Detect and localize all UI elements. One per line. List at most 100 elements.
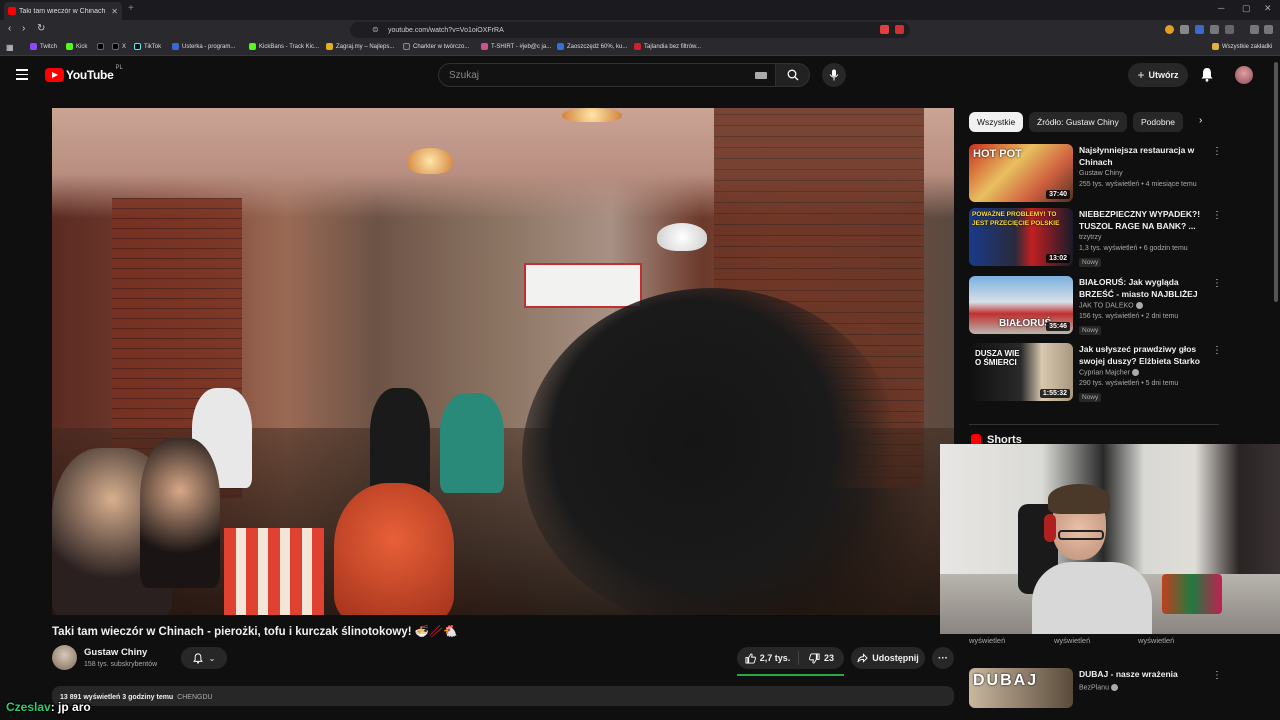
more-vert-icon[interactable]: ⋮ xyxy=(1212,146,1222,157)
verified-icon xyxy=(1135,302,1143,309)
chip-related[interactable]: Podobne xyxy=(1133,112,1184,132)
media-control-icon[interactable] xyxy=(1250,25,1259,34)
extension-coin-icon[interactable] xyxy=(1165,25,1174,34)
bookmark-item[interactable]: KickBans - Track Kic... xyxy=(249,43,319,50)
more-vert-icon[interactable]: ⋮ xyxy=(1212,210,1222,221)
like-button[interactable]: 2,7 tys. xyxy=(737,651,799,665)
bookmark-label: Tajlandia bez filtrów... xyxy=(644,43,702,50)
description-box[interactable]: 13 891 wyświetleń 3 godziny temu CHENGDU xyxy=(52,686,954,706)
forward-icon[interactable]: › xyxy=(22,23,25,34)
bookmark-item[interactable]: T-SHIRT - #jeb@c ja... xyxy=(481,43,551,50)
more-horizontal-icon: ··· xyxy=(938,652,948,664)
recommendation-thumbnail[interactable]: POWAŻNE PROBLEMY! TO JEST PRZECIĘCIE POL… xyxy=(969,208,1073,266)
new-badge: Nowy xyxy=(1079,326,1102,335)
dislike-button[interactable]: 23 xyxy=(799,652,844,664)
recommendation-item[interactable]: POWAŻNE PROBLEMY! TO JEST PRZECIĘCIE POL… xyxy=(969,208,1222,270)
search-button[interactable] xyxy=(776,63,810,87)
bookmarks-bar: ▦ Twitch Kick X TikTok Usterka - program… xyxy=(0,40,1280,56)
more-actions-button[interactable]: ··· xyxy=(932,647,954,669)
recommendation-channel: BezPlanu xyxy=(1079,684,1118,691)
recommendation-channel: Gustaw Chiny xyxy=(1079,170,1123,177)
webcam-person-body xyxy=(1032,562,1152,634)
recommendation-item[interactable]: BIAŁORUŚ 35:46 BIAŁORUŚ: Jak wygląda BRZ… xyxy=(969,276,1222,338)
new-tab-icon[interactable]: + xyxy=(128,3,134,14)
channel-name[interactable]: Gustaw Chiny xyxy=(84,647,147,658)
sidebar-toggle-icon[interactable] xyxy=(1225,25,1234,34)
extension-shield-icon[interactable] xyxy=(880,25,889,34)
short-views: wyświetleń xyxy=(969,636,1006,645)
apps-grid-icon[interactable]: ▦ xyxy=(6,43,14,52)
recommendation-title: BIAŁORUŚ: Jak wygląda BRZEŚĆ - miasto NA… xyxy=(1079,277,1198,299)
create-button[interactable]: + Utwórz xyxy=(1128,63,1188,87)
bookmark-item[interactable]: X xyxy=(112,43,126,50)
extension-puzzle-icon[interactable] xyxy=(1210,25,1219,34)
browser-menu-icon[interactable] xyxy=(1264,25,1273,34)
recommendation-thumbnail[interactable]: BIAŁORUŚ 35:46 xyxy=(969,276,1073,334)
thumbnail-text: BIAŁORUŚ xyxy=(999,318,1052,329)
video-player[interactable] xyxy=(52,108,954,615)
bookmark-item[interactable]: Twitch xyxy=(30,43,57,50)
subscription-bell-button[interactable]: ⌄ xyxy=(181,647,227,669)
recommendation-thumbnail[interactable]: DUBAJ xyxy=(969,668,1073,708)
more-vert-icon[interactable]: ⋮ xyxy=(1212,670,1222,681)
minimize-icon[interactable]: ─ xyxy=(1218,3,1224,13)
channel-avatar[interactable] xyxy=(52,645,77,670)
all-bookmarks[interactable]: Wszystkie zakładki xyxy=(1212,43,1272,50)
recommendation-item[interactable]: DUSZA WIE O ŚMIERCI 1:55:32 Jak usłyszeć… xyxy=(969,343,1222,405)
keyboard-icon[interactable] xyxy=(755,72,767,79)
chevron-right-icon[interactable]: › xyxy=(1199,115,1202,126)
extension-alert-icon[interactable] xyxy=(895,25,904,34)
account-avatar[interactable] xyxy=(1235,66,1253,84)
bookmark-item[interactable]: Kick xyxy=(66,43,87,50)
menu-icon[interactable] xyxy=(16,69,28,83)
video-frame-person xyxy=(370,388,430,498)
page-scrollbar[interactable] xyxy=(1274,62,1278,302)
video-duration: 1:55:32 xyxy=(1039,389,1070,398)
recommendation-item[interactable]: DUBAJ DUBAJ - nasze wrażenia BezPlanu ⋮ xyxy=(969,668,1222,708)
channel-label: JAK TO DALEKO xyxy=(1079,302,1134,310)
close-window-icon[interactable]: ✕ xyxy=(1264,3,1272,14)
search-placeholder: Szukaj xyxy=(449,69,480,81)
bookmark-item[interactable] xyxy=(97,43,107,50)
recommendation-item[interactable]: HOT POT 37:40 Najsłynniejsza restauracja… xyxy=(969,144,1222,206)
bookmark-item[interactable]: TikTok xyxy=(134,43,161,50)
tab-title: Taki tam wieczór w Chinach xyxy=(19,7,106,15)
webcam-person-hair xyxy=(1048,484,1110,514)
more-vert-icon[interactable]: ⋮ xyxy=(1212,345,1222,356)
back-icon[interactable]: ‹ xyxy=(8,23,11,34)
voice-search-button[interactable] xyxy=(822,63,846,87)
site-info-icon[interactable]: ⊜ xyxy=(372,25,379,34)
bookmark-item[interactable]: Tajlandia bez filtrów... xyxy=(634,43,701,50)
channel-label: Cyprian Majcher xyxy=(1079,369,1130,377)
bookmark-item[interactable]: Zagraj.my – Najleps... xyxy=(326,43,394,50)
video-title: Taki tam wieczór w Chinach - pierożki, t… xyxy=(52,626,458,638)
bookmark-item[interactable]: Charkter w twórczo... xyxy=(403,43,469,50)
browser-tab[interactable]: Taki tam wieczór w Chinach ✕ xyxy=(4,2,122,20)
maximize-icon[interactable]: ▢ xyxy=(1242,3,1251,14)
location-tag[interactable]: CHENGDU xyxy=(177,694,212,701)
close-tab-icon[interactable]: ✕ xyxy=(111,7,118,16)
thumbnail-text: DUBAJ xyxy=(973,672,1039,689)
more-vert-icon[interactable]: ⋮ xyxy=(1212,278,1222,289)
chip-source-channel[interactable]: Źródło: Gustaw Chiny xyxy=(1029,112,1127,132)
notifications-bell-icon[interactable] xyxy=(1200,67,1214,82)
thumbnail-text: HOT POT xyxy=(973,148,1022,160)
recommendation-channel: trzytrzy xyxy=(1079,234,1102,241)
recommendation-thumbnail[interactable]: DUSZA WIE O ŚMIERCI 1:55:32 xyxy=(969,343,1073,401)
youtube-logo[interactable]: YouTube PL xyxy=(45,65,123,82)
bookmark-item[interactable]: Zaoszczędź 60%, ku... xyxy=(557,43,627,50)
chip-all[interactable]: Wszystkie xyxy=(969,112,1024,132)
extension-blue-icon[interactable] xyxy=(1195,25,1204,34)
country-code: PL xyxy=(115,65,123,71)
thumbnail-text: DUSZA WIE O ŚMIERCI xyxy=(975,349,1020,367)
share-button[interactable]: Udostępnij xyxy=(851,647,925,669)
recommendation-thumbnail[interactable]: HOT POT 37:40 xyxy=(969,144,1073,202)
bookmark-item[interactable]: Usterka - program... xyxy=(172,43,235,50)
browser-address-bar: ‹ › ↻ ☆ ⊜ youtube.com/watch?v=Vo1oiOXFrR… xyxy=(0,20,1280,40)
url-input[interactable]: ⊜ youtube.com/watch?v=Vo1oiOXFrRA xyxy=(350,22,910,38)
extension-tool-icon[interactable] xyxy=(1180,25,1189,34)
reload-icon[interactable]: ↻ xyxy=(37,23,45,34)
sidebar-divider xyxy=(969,424,1219,425)
chip-label: Wszystkie xyxy=(977,117,1016,127)
search-input[interactable]: Szukaj xyxy=(438,63,776,87)
